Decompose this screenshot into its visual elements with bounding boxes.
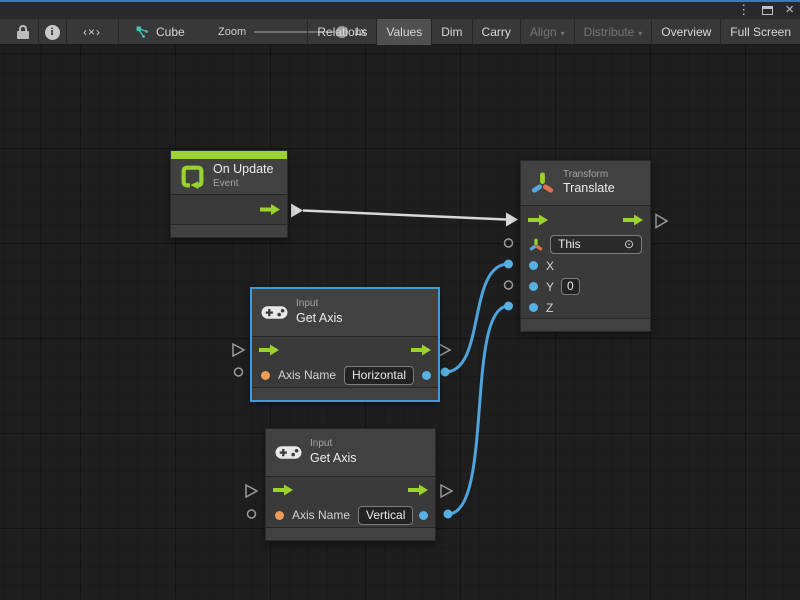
node-header: On Update Event [171,159,287,195]
button-label: Relations [317,25,367,39]
flow-port-row [171,195,287,224]
window-menu-icon[interactable]: ⋮ [737,3,750,17]
result-port-dot[interactable] [422,371,431,380]
button-label: Carry [482,25,511,39]
window-close-icon[interactable]: × [785,3,794,17]
flow-port-row [521,206,650,234]
code-icon: ‹×› [83,25,101,39]
axis-name-value-field[interactable]: Vertical [358,506,413,525]
z-port-row: Z [521,297,650,318]
align-dropdown[interactable]: Align ▾ [520,19,574,45]
relations-button[interactable]: Relations [307,19,376,45]
toolbar-separator [118,19,119,45]
graph-reference-icon [136,26,149,39]
y-port-row: Y 0 [521,276,650,297]
flow-port-row [252,337,438,363]
info-icon: i [45,25,60,40]
code-view-button[interactable]: ‹×› [66,19,118,45]
node-footer [171,224,287,237]
fullscreen-button[interactable]: Full Screen [720,19,800,45]
window-maximize-icon[interactable] [762,6,773,15]
node-title: Get Axis [310,451,357,467]
loop-event-icon [180,164,205,189]
flow-output-arrow-icon[interactable] [411,345,431,356]
node-getaxis-vertical[interactable]: Input Get Axis Axis Name Vertical [265,428,436,541]
button-label: Align [530,25,557,39]
node-category: Transform [563,169,615,182]
x-port-dot[interactable] [529,261,538,270]
target-object-field[interactable]: This ⊙ [550,235,642,254]
node-footer [252,387,438,400]
transform-icon [530,171,555,196]
node-getaxis-horizontal[interactable]: Input Get Axis Axis Name Horizontal [251,288,439,401]
graph-breadcrumb[interactable]: Cube [128,19,193,45]
axis-name-port-dot[interactable] [261,371,270,380]
node-translate[interactable]: Transform Translate This ⊙ X Y 0 Z [520,160,651,332]
toolbar-button-group: Relations Values Dim Carry Align ▾ Distr… [307,19,800,45]
y-port-label: Y [546,280,554,294]
dropdown-arrow-icon: ▾ [638,29,642,38]
unity-visual-scripting-window: { "window": { "tab_title": "Script Graph… [0,0,800,600]
node-category: Input [310,438,357,451]
flow-output-arrow-icon[interactable] [408,485,428,496]
z-port-dot[interactable] [529,303,538,312]
flow-output-arrow-icon[interactable] [260,204,280,215]
distribute-dropdown[interactable]: Distribute ▾ [574,19,652,45]
object-picker-icon[interactable]: ⊙ [624,237,634,251]
gamepad-icon [275,444,302,461]
overview-button[interactable]: Overview [651,19,720,45]
target-port-row: This ⊙ [521,234,650,255]
node-header: Input Get Axis [252,289,438,337]
node-title: Get Axis [296,311,343,327]
node-category: Input [296,298,343,311]
axis-name-row: Axis Name Horizontal [252,363,438,387]
node-footer [266,527,435,540]
gamepad-icon [261,304,288,321]
values-button[interactable]: Values [376,19,431,45]
dropdown-arrow-icon: ▾ [561,29,565,38]
node-title: On Update [213,162,273,178]
lock-button[interactable] [8,19,38,45]
y-value-field[interactable]: 0 [561,278,580,295]
info-button[interactable]: i [38,19,66,45]
x-port-row: X [521,255,650,276]
window-focus-line [0,0,800,2]
zoom-label: Zoom [218,26,246,38]
breadcrumb-label: Cube [156,25,185,39]
lock-icon [17,25,29,39]
node-on-update[interactable]: On Update Event [170,150,288,238]
node-title: Translate [563,181,615,197]
carry-button[interactable]: Carry [472,19,520,45]
event-color-bar [171,151,287,159]
flow-output-arrow-icon[interactable] [623,215,643,226]
target-value: This [558,237,581,251]
node-header: Transform Translate [521,161,650,206]
flow-input-arrow-icon[interactable] [273,485,293,496]
x-port-label: X [546,259,554,273]
node-footer [521,318,650,331]
axis-name-label: Axis Name [292,508,350,522]
node-subtitle: Event [213,178,273,191]
button-label: Distribute [584,25,635,39]
button-label: Dim [441,25,462,39]
axis-name-value-field[interactable]: Horizontal [344,366,414,385]
flow-port-row [266,477,435,503]
transform-mini-icon [529,238,543,252]
flow-input-arrow-icon[interactable] [528,215,548,226]
button-label: Overview [661,25,711,39]
graph-toolbar: i ‹×› Cube Zoom 1x Relations Values Dim [0,19,800,45]
title-bar: ⋮ × [0,0,800,19]
result-port-dot[interactable] [419,511,428,520]
axis-name-label: Axis Name [278,368,336,382]
axis-name-row: Axis Name Vertical [266,503,435,527]
flow-input-arrow-icon[interactable] [259,345,279,356]
button-label: Values [386,25,422,39]
node-header: Input Get Axis [266,429,435,477]
dim-button[interactable]: Dim [431,19,471,45]
y-port-dot[interactable] [529,282,538,291]
button-label: Full Screen [730,25,791,39]
axis-name-port-dot[interactable] [275,511,284,520]
z-port-label: Z [546,301,553,315]
